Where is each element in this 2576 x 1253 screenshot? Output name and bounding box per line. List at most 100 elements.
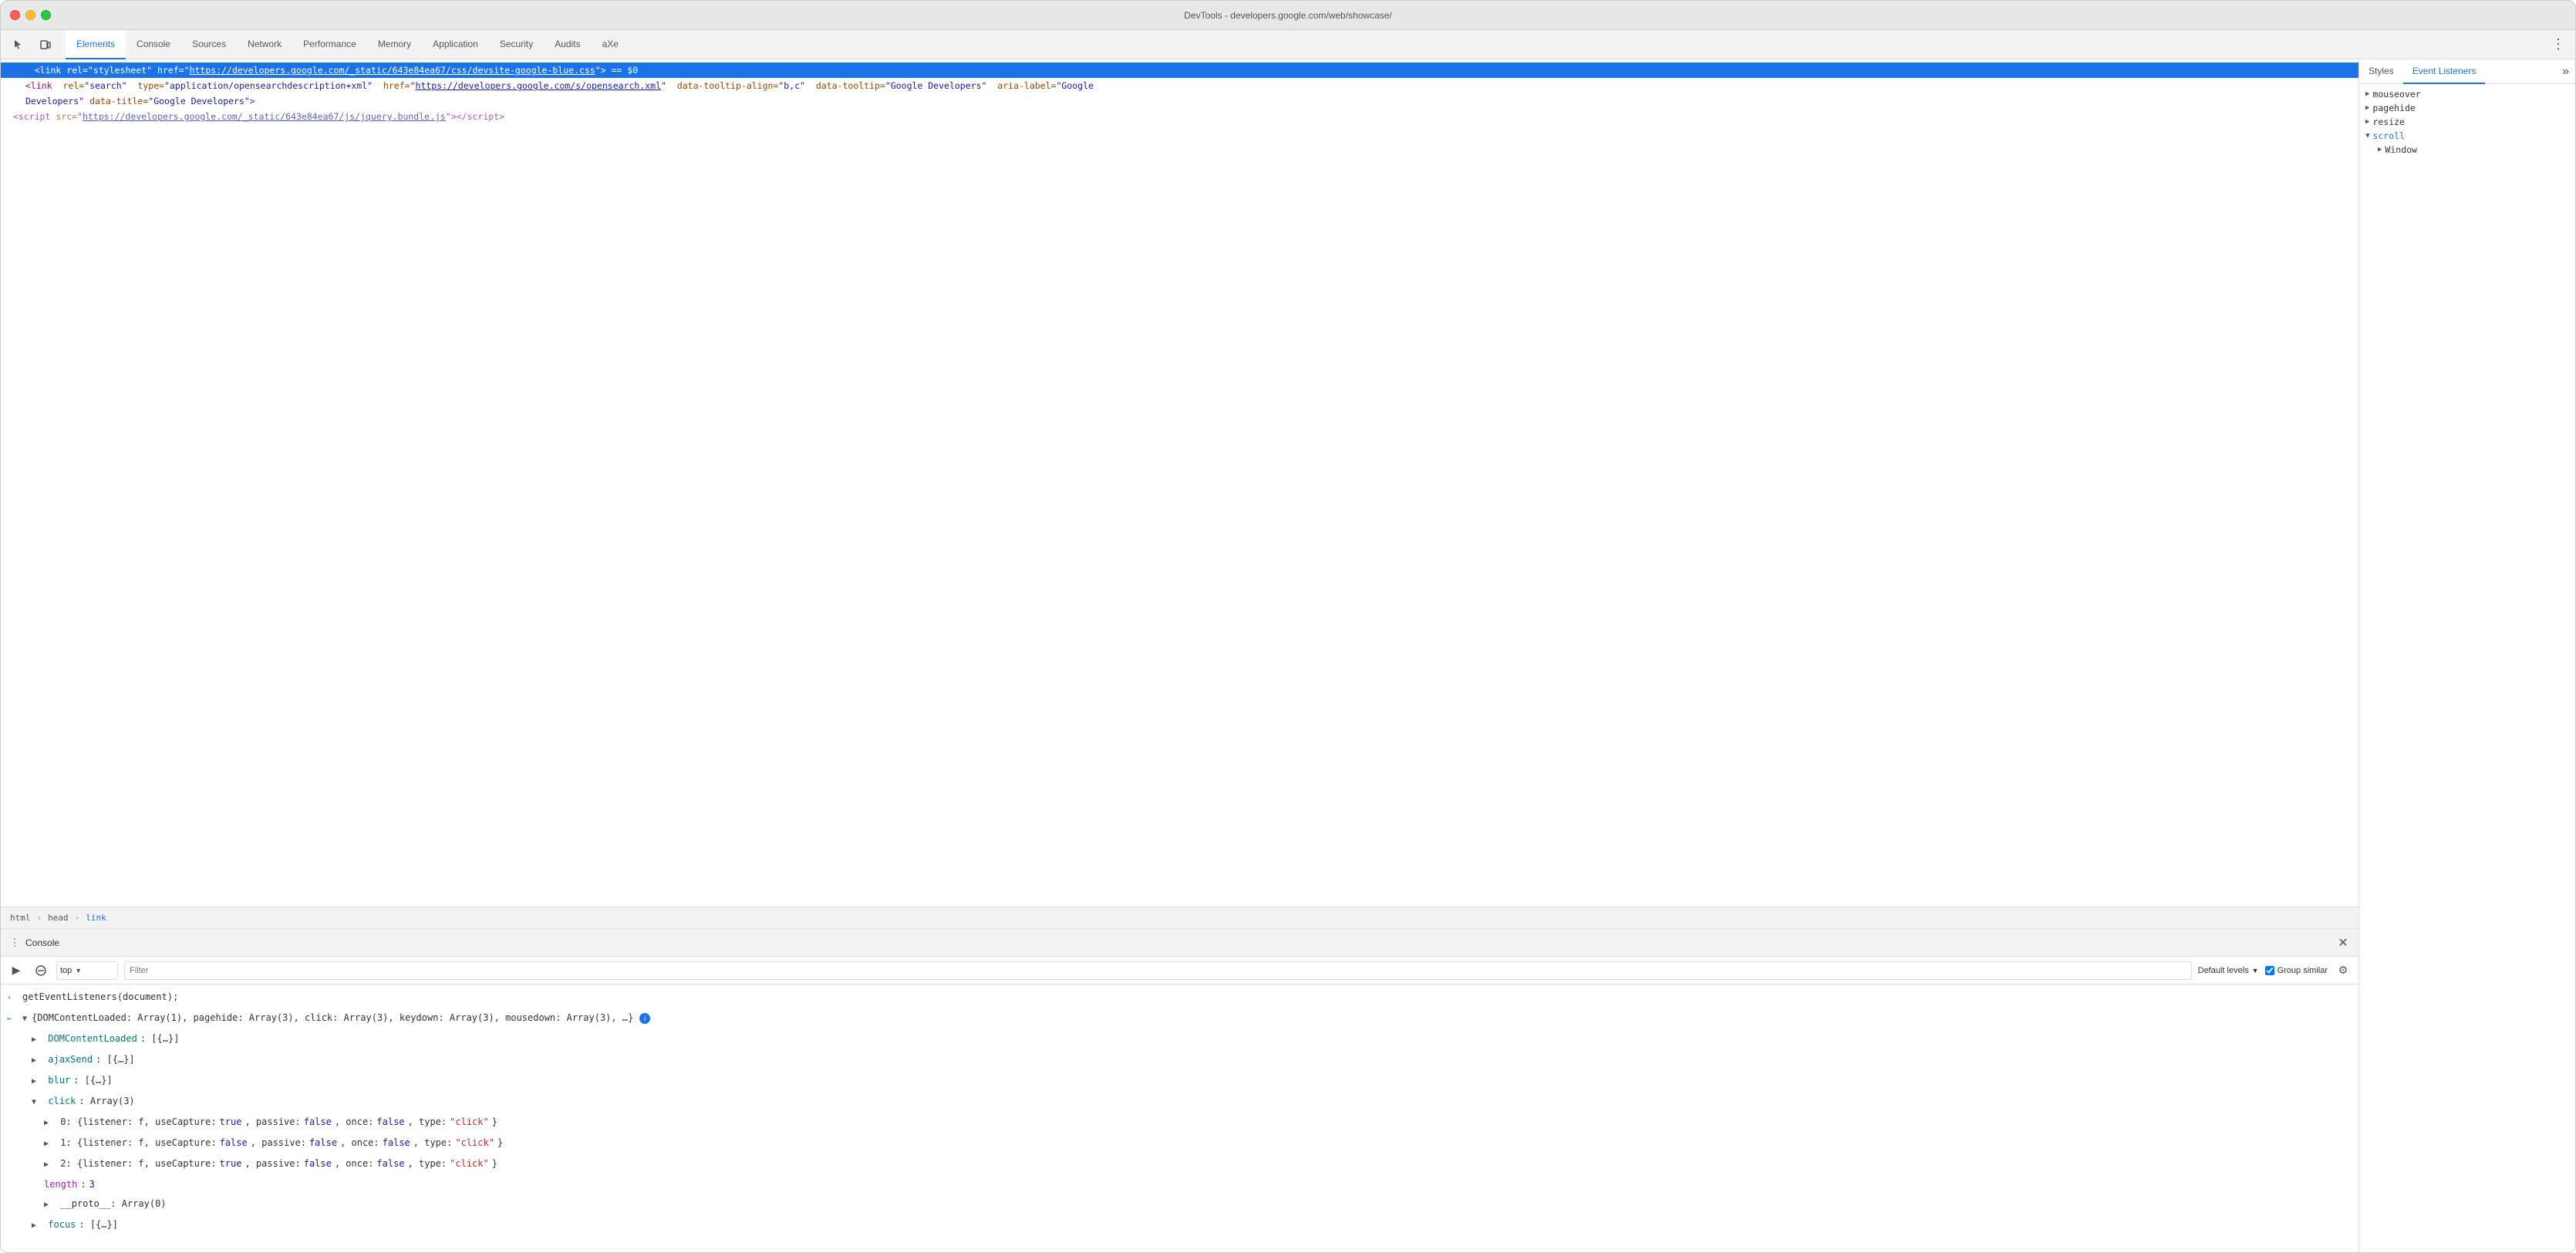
listener-mouseover[interactable]: ▶ mouseover: [2365, 87, 2569, 101]
expand-triangle[interactable]: ▶: [32, 1074, 36, 1089]
click-length: length : 3: [1, 1175, 2359, 1194]
event-listeners-content: ▶ mouseover ▶ pagehide ▶ resize: [2359, 84, 2575, 1252]
collapse-triangle[interactable]: ▼: [32, 1095, 36, 1110]
console-toolbar: ▶ top ▼ Default: [1, 957, 2359, 984]
attr-href2: href=: [383, 80, 410, 91]
click-proto[interactable]: ▶ __proto__: Array(0): [1, 1194, 2359, 1215]
device-icon[interactable]: [35, 34, 56, 56]
length-label: length: [44, 1177, 77, 1192]
expand-triangle[interactable]: ▶: [44, 1136, 49, 1152]
breadcrumb-link[interactable]: link: [83, 911, 110, 924]
context-selector[interactable]: top ▼: [56, 961, 118, 980]
dom-line-link2[interactable]: <link rel="search" type="application/ope…: [1, 78, 2359, 93]
triangle-mouseover: ▶: [2365, 90, 2369, 98]
tab-axe[interactable]: aXe: [592, 30, 629, 59]
filter-input[interactable]: [124, 961, 2192, 980]
close-button[interactable]: [10, 10, 20, 20]
tab-audits[interactable]: Audits: [544, 30, 591, 59]
listener-pagehide[interactable]: ▶ pagehide: [2365, 101, 2569, 115]
breadcrumb-head[interactable]: head: [45, 911, 72, 924]
jquery-link[interactable]: https://developers.google.com/_static/64…: [83, 111, 446, 122]
listener-scroll-window[interactable]: ▶ Window: [2365, 143, 2569, 157]
object-content: {DOMContentLoaded: Array(1), pagehide: A…: [32, 1010, 633, 1025]
breadcrumb-html[interactable]: html: [7, 911, 34, 924]
tab-performance[interactable]: Performance: [292, 30, 367, 59]
proto-label: __proto__: Array(0): [60, 1196, 166, 1211]
maximize-button[interactable]: [41, 10, 51, 20]
window-title: DevTools - developers.google.com/web/sho…: [1184, 10, 1391, 21]
traffic-lights: [10, 10, 51, 20]
equals-sign: > == $0: [601, 63, 638, 77]
clear-button[interactable]: [32, 961, 50, 980]
tag-link2: <link: [25, 80, 52, 91]
tab-elements[interactable]: Elements: [66, 30, 126, 59]
tab-network[interactable]: Network: [237, 30, 292, 59]
tag-link: <link: [35, 63, 62, 77]
devtools-panel: Elements Console Sources Network Perform…: [1, 30, 2575, 1252]
prop-domcontentloaded[interactable]: ▶ DOMContentLoaded : [{…}]: [1, 1029, 2359, 1050]
listener-scroll[interactable]: ▶ scroll: [2365, 129, 2569, 143]
prop-ajaxsend[interactable]: ▶ ajaxSend : [{…}]: [1, 1050, 2359, 1071]
click-item-1[interactable]: ▶ 1: {listener: f, useCapture: false, pa…: [1, 1133, 2359, 1154]
tab-event-listeners[interactable]: Event Listeners: [2403, 59, 2486, 84]
more-tabs-button[interactable]: ⋮: [2547, 34, 2569, 56]
expand-triangle[interactable]: ▶: [32, 1053, 36, 1069]
expand-triangle[interactable]: ▶: [44, 1116, 49, 1131]
dom-line-script[interactable]: <script src="https://developers.google.c…: [1, 109, 2359, 124]
cursor-icon[interactable]: [7, 34, 29, 56]
tab-application[interactable]: Application: [422, 30, 489, 59]
listener-name-window: Window: [2385, 144, 2417, 155]
attr-href-val: "https://developers.google.com/_static/6…: [184, 63, 601, 77]
console-settings-button[interactable]: ⚙: [2334, 961, 2352, 980]
listener-resize[interactable]: ▶ resize: [2365, 115, 2569, 129]
group-similar-checkbox[interactable]: [2265, 966, 2274, 975]
prop-click-expanded[interactable]: ▼ click : Array(3): [1, 1092, 2359, 1113]
info-icon[interactable]: i: [639, 1013, 650, 1024]
console-drag-handle[interactable]: ⋮: [7, 935, 22, 951]
triangle-window: ▶: [2378, 146, 2382, 154]
console-header: ⋮ Console ✕: [1, 929, 2359, 957]
console-output-object[interactable]: ← ▼ {DOMContentLoaded: Array(1), pagehid…: [1, 1008, 2359, 1029]
output-arrow: ←: [7, 1012, 19, 1027]
levels-dropdown[interactable]: Default levels ▼: [2198, 966, 2259, 975]
attr-type: type=: [137, 80, 164, 91]
tab-styles[interactable]: Styles: [2359, 59, 2403, 84]
dom-line-link1[interactable]: ... <link rel="stylesheet" href="https:/…: [1, 62, 2359, 78]
listener-name-scroll: scroll: [2372, 130, 2405, 141]
minimize-button[interactable]: [25, 10, 35, 20]
attr-rel: rel=: [66, 63, 88, 77]
tab-sources[interactable]: Sources: [181, 30, 237, 59]
execute-button[interactable]: ▶: [7, 961, 25, 980]
attr-type-val: "application/opensearchdescription+xml": [164, 80, 373, 91]
styles-tabs: Styles Event Listeners »: [2359, 59, 2575, 84]
prop-blur[interactable]: ▶ blur : [{…}]: [1, 1071, 2359, 1092]
console-close-button[interactable]: ✕: [2334, 934, 2352, 952]
click-item-0[interactable]: ▶ 0: {listener: f, useCapture: true, pas…: [1, 1113, 2359, 1133]
listener-name-mouseover: mouseover: [2372, 89, 2420, 100]
tab-security[interactable]: Security: [489, 30, 544, 59]
breadcrumb-bar: html › head › link: [1, 907, 2359, 928]
stylesheet-link[interactable]: https://developers.google.com/_static/64…: [190, 65, 595, 76]
console-content: › getEventListeners(document); ← ▼ {DOMC…: [1, 984, 2359, 1252]
expand-triangle[interactable]: ▶: [44, 1157, 49, 1173]
group-similar-label: Group similar: [2278, 966, 2328, 975]
expand-triangle[interactable]: ▼: [22, 1012, 27, 1027]
tab-memory[interactable]: Memory: [367, 30, 422, 59]
opensearch-link[interactable]: https://developers.google.com/s/opensear…: [416, 80, 662, 91]
attr-rel-val: "stylesheet": [88, 63, 152, 77]
attr-rel2-val: "search": [84, 80, 126, 91]
group-similar-checkbox-wrap: Group similar: [2265, 966, 2328, 975]
styles-panel: Styles Event Listeners » ▶ mouseover ▶ p…: [2359, 59, 2575, 1252]
click-index-2: 2: {listener: f, useCapture:: [60, 1156, 216, 1171]
tab-console[interactable]: Console: [126, 30, 181, 59]
expand-triangle[interactable]: ▶: [32, 1218, 36, 1234]
expand-triangle[interactable]: ▶: [44, 1197, 49, 1213]
click-item-2[interactable]: ▶ 2: {listener: f, useCapture: true, pas…: [1, 1154, 2359, 1175]
prop-focus[interactable]: ▶ focus : [{…}]: [1, 1215, 2359, 1236]
more-styles-tabs[interactable]: »: [2556, 65, 2575, 79]
elements-panel: ... <link rel="stylesheet" href="https:/…: [1, 59, 2359, 1252]
click-index-0: 0: {listener: f, useCapture:: [60, 1114, 216, 1130]
triangle-resize: ▶: [2365, 118, 2369, 126]
attr-aria-label: aria-label=: [997, 80, 1056, 91]
expand-triangle[interactable]: ▶: [32, 1032, 36, 1048]
